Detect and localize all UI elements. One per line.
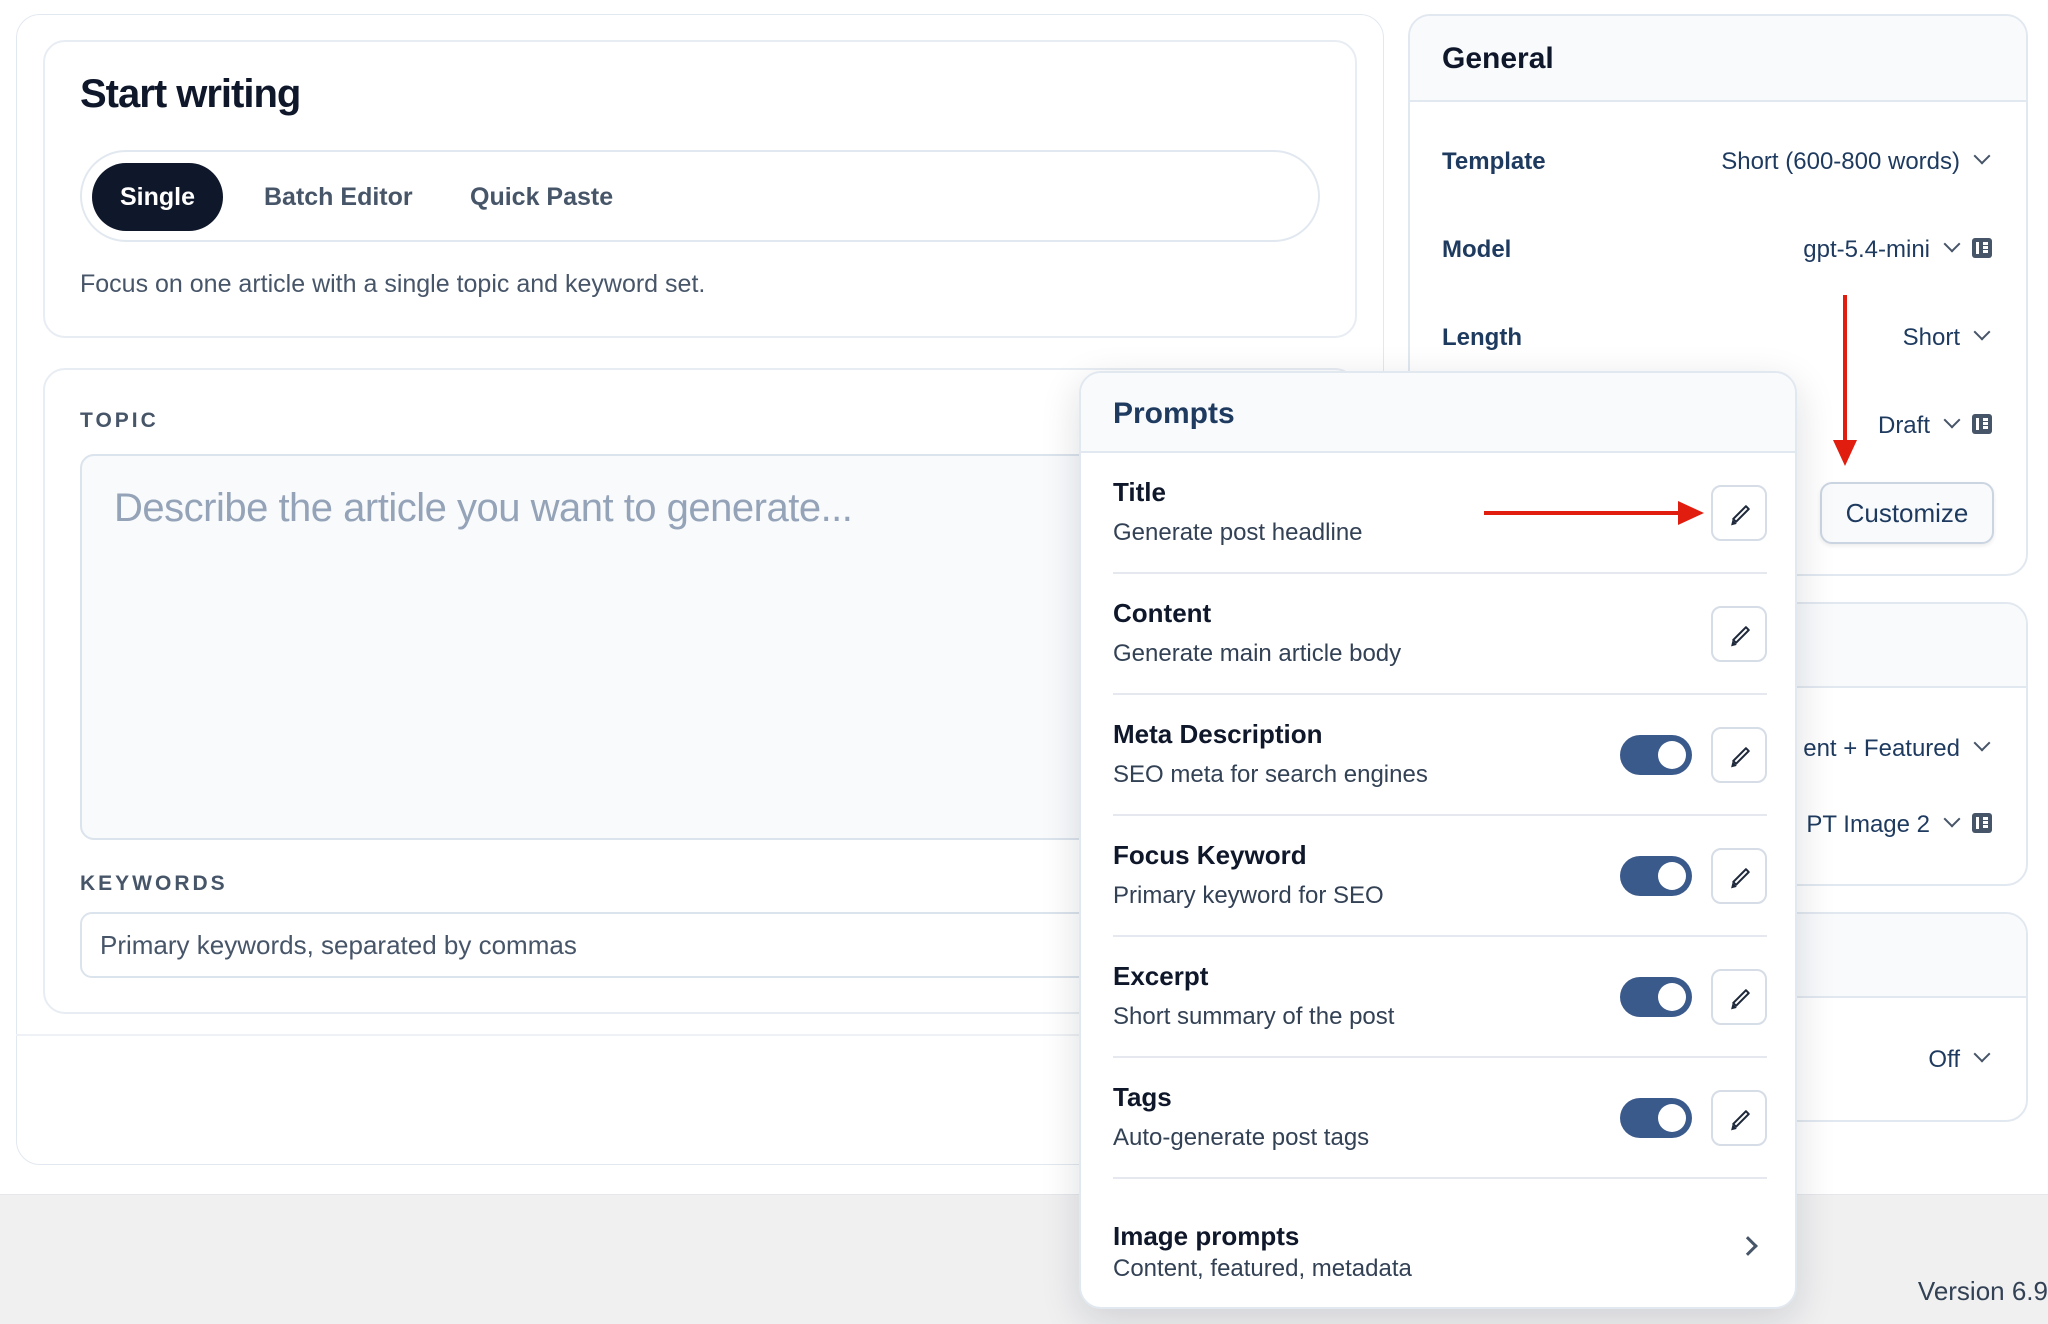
tab-batch-editor[interactable]: Batch Editor [236,163,441,231]
model-select[interactable]: gpt-5.4-mini [1803,236,1930,264]
prompt-item-focus-keyword: Focus Keyword Primary keyword for SEO [1113,816,1767,937]
image-source-select[interactable]: ent + Featured [1803,735,1960,763]
prompt-desc: Generate main article body [1113,640,1402,667]
edit-tags-prompt-button[interactable] [1711,1090,1767,1146]
annotation-arrow-right-head [1678,501,1704,525]
settings-sliders-icon[interactable] [1972,813,1992,833]
tab-single[interactable]: Single [92,163,224,231]
annotation-arrow-down [1843,295,1847,443]
edit-meta-description-prompt-button[interactable] [1711,727,1767,783]
prompt-desc: Auto-generate post tags [1113,1124,1370,1151]
meta-description-toggle[interactable] [1620,735,1692,775]
model-label: Model [1442,236,1512,263]
extra-option-select[interactable]: Off [1928,1046,1960,1074]
keywords-label: KEYWORDS [80,872,228,895]
prompt-name: Tags [1113,1082,1172,1112]
image-prompts-link[interactable]: Image prompts Content, featured, metadat… [1113,1201,1767,1291]
settings-sliders-icon[interactable] [1972,414,1992,434]
version-label: Version 6.9 [1917,1276,2048,1306]
length-select[interactable]: Short [1903,324,1960,352]
prompt-name: Title [1113,477,1166,507]
tab-quick-paste[interactable]: Quick Paste [442,163,641,231]
chevron-right-icon [1738,1236,1758,1256]
status-select[interactable]: Draft [1878,412,1930,440]
length-label: Length [1442,324,1522,351]
prompt-name: Meta Description [1113,719,1323,749]
pencil-icon [1731,1109,1751,1129]
prompt-desc: Generate post headline [1113,519,1363,546]
topic-placeholder: Describe the article you want to generat… [114,486,853,530]
prompt-name: Focus Keyword [1113,840,1307,870]
edit-excerpt-prompt-button[interactable] [1711,969,1767,1025]
general-title: General [1442,42,1554,75]
page-title: Start writing [80,72,301,116]
prompt-name: Excerpt [1113,961,1209,991]
pencil-icon [1731,867,1751,887]
prompt-desc: Content, featured, metadata [1113,1255,1412,1282]
template-label: Template [1442,148,1546,175]
excerpt-toggle[interactable] [1620,977,1692,1017]
template-select[interactable]: Short (600-800 words) [1721,148,1960,176]
topic-label: TOPIC [80,409,159,432]
focus-keyword-toggle[interactable] [1620,856,1692,896]
image-model-select[interactable]: PT Image 2 [1806,811,1930,839]
prompt-name: Image prompts [1113,1221,1300,1251]
prompt-item-excerpt: Excerpt Short summary of the post [1113,937,1767,1058]
prompts-title: Prompts [1113,397,1235,430]
settings-sliders-icon[interactable] [1972,238,1992,258]
prompt-item-content: Content Generate main article body [1113,574,1767,695]
prompt-desc: Short summary of the post [1113,1003,1395,1030]
tags-toggle[interactable] [1620,1098,1692,1138]
edit-focus-keyword-prompt-button[interactable] [1711,848,1767,904]
prompt-name: Content [1113,598,1212,628]
edit-content-prompt-button[interactable] [1711,606,1767,662]
mode-tab-bar: Single Batch Editor Quick Paste [80,150,1320,242]
customize-button[interactable]: Customize [1820,482,1994,544]
annotation-arrow-right [1484,511,1680,515]
prompt-desc: SEO meta for search engines [1113,761,1428,788]
annotation-arrow-down-head [1833,440,1857,466]
pencil-icon [1731,625,1751,645]
prompt-item-tags: Tags Auto-generate post tags [1113,1058,1767,1179]
keywords-placeholder: Primary keywords, separated by commas [100,930,577,960]
pencil-icon [1731,504,1751,524]
pencil-icon [1731,988,1751,1008]
edit-title-prompt-button[interactable] [1711,485,1767,541]
prompt-desc: Primary keyword for SEO [1113,882,1384,909]
prompt-item-meta-description: Meta Description SEO meta for search eng… [1113,695,1767,816]
pencil-icon [1731,746,1751,766]
mode-description: Focus on one article with a single topic… [80,270,706,298]
